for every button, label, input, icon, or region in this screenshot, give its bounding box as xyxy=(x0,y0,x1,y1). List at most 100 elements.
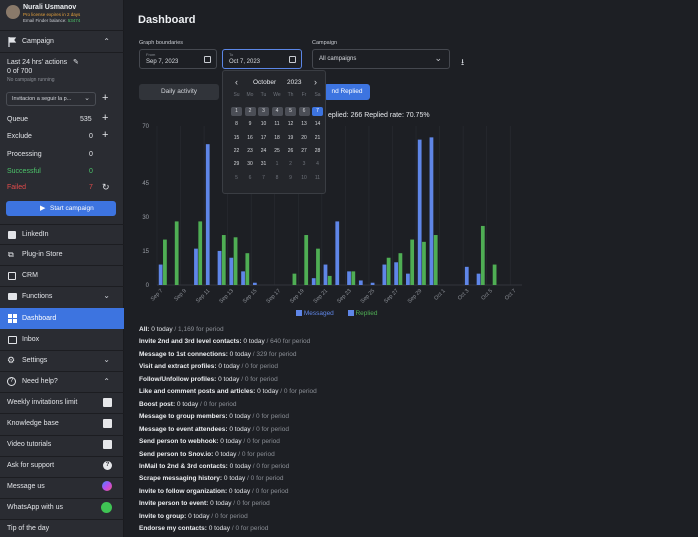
legend-messaged-swatch[interactable] xyxy=(296,310,302,317)
bar-replied[interactable] xyxy=(492,264,497,285)
calendar-day[interactable]: 10 xyxy=(258,120,269,129)
bar-replied[interactable] xyxy=(433,235,438,285)
bar-replied[interactable] xyxy=(163,239,167,285)
bar-replied[interactable] xyxy=(292,273,297,285)
bar-replied[interactable] xyxy=(410,239,415,285)
campaign-select[interactable]: Invitacion a seguir la p... ⌄ xyxy=(6,92,96,106)
calendar-day[interactable]: 6 xyxy=(245,174,256,183)
bar-messaged[interactable] xyxy=(323,264,328,285)
link-knowledge-base[interactable]: Knowledge base xyxy=(0,416,124,432)
calendar-day[interactable]: 20 xyxy=(299,134,310,143)
calendar-day[interactable]: 4 xyxy=(312,160,323,169)
bar-replied[interactable] xyxy=(386,257,391,285)
calendar-day[interactable]: 15 xyxy=(231,134,242,143)
bar-messaged[interactable] xyxy=(217,250,222,285)
calendar-day[interactable]: 5 xyxy=(285,107,296,116)
calendar-day[interactable]: 7 xyxy=(258,174,269,183)
link-video-tutorials[interactable]: Video tutorials xyxy=(0,437,124,453)
legend-replied-swatch[interactable] xyxy=(347,310,354,317)
from-date-field[interactable]: From Sep 7, 2023 xyxy=(139,49,217,69)
calendar-day[interactable]: 8 xyxy=(231,120,242,129)
calendar-day[interactable]: 4 xyxy=(271,107,283,116)
calendar-day[interactable]: 18 xyxy=(272,134,283,143)
bar-messaged[interactable] xyxy=(311,278,316,285)
bar-replied[interactable] xyxy=(480,225,485,285)
calendar-day[interactable]: 12 xyxy=(285,120,296,129)
bar-messaged[interactable] xyxy=(382,264,387,285)
calendar-month[interactable]: October xyxy=(253,79,276,86)
calendar-day[interactable]: 26 xyxy=(285,147,296,156)
calendar-day[interactable]: 14 xyxy=(312,120,323,129)
calendar-year[interactable]: 2023 xyxy=(287,79,301,86)
nav-inbox[interactable]: Inbox xyxy=(0,331,124,349)
calendar-day[interactable]: 5 xyxy=(231,174,242,183)
calendar-day[interactable]: 30 xyxy=(245,160,256,169)
bar-replied[interactable] xyxy=(221,235,226,285)
bar-messaged[interactable] xyxy=(429,137,434,285)
bar-replied[interactable] xyxy=(198,221,203,285)
chevron-right-icon[interactable]: › xyxy=(314,77,317,87)
bar-replied[interactable] xyxy=(174,221,179,285)
start-campaign-button[interactable]: ▶ Start campaign xyxy=(6,201,116,216)
calendar-day[interactable]: 2 xyxy=(285,160,296,169)
bar-messaged[interactable] xyxy=(335,221,340,285)
nav-dashboard[interactable]: Dashboard xyxy=(0,308,124,329)
link-whatsapp[interactable]: WhatsApp with us xyxy=(0,500,124,516)
nav-help[interactable]: ? Need help? ⌃ xyxy=(0,373,124,391)
bar-messaged[interactable] xyxy=(476,273,481,285)
calendar-day[interactable]: 3 xyxy=(299,160,310,169)
bar-messaged[interactable] xyxy=(347,271,351,285)
bar-messaged[interactable] xyxy=(464,266,469,285)
calendar-day[interactable]: 3 xyxy=(258,107,269,116)
nav-linkedin[interactable]: LinkedIn xyxy=(0,226,124,244)
calendar-day[interactable]: 8 xyxy=(272,174,283,183)
calendar-day[interactable]: 21 xyxy=(312,134,323,143)
calendar-day[interactable]: 22 xyxy=(231,147,242,156)
retry-icon[interactable]: ↻ xyxy=(102,182,110,193)
tab-daily-activity[interactable]: Daily activity xyxy=(139,84,219,100)
bar-messaged[interactable] xyxy=(229,257,234,285)
calendar-day[interactable]: 9 xyxy=(245,120,256,129)
bar-messaged[interactable] xyxy=(205,144,210,285)
calendar-day[interactable]: 27 xyxy=(299,147,310,156)
calendar-day[interactable]: 29 xyxy=(231,160,242,169)
campaign-filter-select[interactable]: All campaigns ⌄ xyxy=(312,49,450,69)
add-queue-button[interactable]: + xyxy=(102,112,108,124)
calendar-day[interactable]: 7 xyxy=(312,107,323,116)
calendar-day[interactable]: 17 xyxy=(258,134,269,143)
calendar-day[interactable]: 1 xyxy=(272,160,283,169)
calendar-day[interactable]: 1 xyxy=(231,107,242,116)
bar-messaged[interactable] xyxy=(241,271,245,285)
link-ask-support[interactable]: Ask for support ? xyxy=(0,458,124,474)
chevron-left-icon[interactable]: ‹ xyxy=(235,77,238,87)
link-tip-of-day[interactable]: Tip of the day xyxy=(0,521,124,537)
bar-messaged[interactable] xyxy=(370,282,375,285)
nav-functions[interactable]: Functions ⌄ xyxy=(0,288,124,306)
tab-messaged-replied[interactable]: nd Replied xyxy=(324,84,370,100)
bar-replied[interactable] xyxy=(304,235,309,285)
bar-replied[interactable] xyxy=(351,271,356,285)
calendar-day[interactable]: 19 xyxy=(285,134,296,143)
calendar-day[interactable]: 10 xyxy=(299,174,310,183)
add-campaign-button[interactable]: + xyxy=(102,92,108,104)
calendar-day[interactable]: 2 xyxy=(244,107,256,116)
bar-messaged[interactable] xyxy=(417,139,422,285)
nav-crm[interactable]: CRM xyxy=(0,267,124,285)
calendar-day[interactable]: 6 xyxy=(298,107,310,116)
link-weekly-invitations[interactable]: Weekly invitations limit xyxy=(0,395,124,411)
bar-messaged[interactable] xyxy=(394,262,399,285)
calendar-day[interactable]: 9 xyxy=(285,174,296,183)
bar-messaged[interactable] xyxy=(358,280,363,285)
calendar-day[interactable]: 28 xyxy=(312,147,323,156)
calendar-day[interactable]: 11 xyxy=(272,120,283,129)
bar-replied[interactable] xyxy=(398,253,403,285)
calendar-day[interactable]: 24 xyxy=(258,147,269,156)
download-icon[interactable]: ⭳ xyxy=(461,55,464,71)
calendar-day[interactable]: 16 xyxy=(245,134,256,143)
edit-icon[interactable]: ✎ xyxy=(73,58,79,66)
bar-messaged[interactable] xyxy=(406,273,410,285)
nav-settings[interactable]: ⚙ Settings ⌄ xyxy=(0,352,124,370)
to-date-field[interactable]: To Oct 7, 2023 xyxy=(222,49,302,69)
bar-replied[interactable] xyxy=(316,248,320,285)
avatar[interactable] xyxy=(6,5,20,19)
